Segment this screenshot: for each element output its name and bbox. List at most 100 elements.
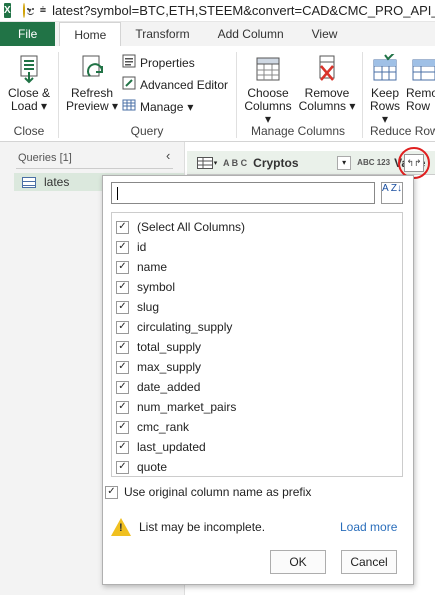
remove-columns-icon [313,54,341,84]
sort-az-button[interactable]: A Z↓ [381,182,403,204]
refresh-icon [78,54,106,84]
properties-button[interactable]: Properties [122,54,195,71]
column-name-cryptos[interactable]: Cryptos [253,156,333,170]
manage-label: Manage [140,99,184,114]
column-option-row[interactable]: ✓ num_market_pairs [112,397,402,417]
column-option-row[interactable]: ✓ max_supply [112,357,402,377]
query-item-label: lates [44,175,70,189]
column-checkbox[interactable]: ✓ [116,280,129,294]
advanced-editor-button[interactable]: Advanced Editor [122,76,228,93]
divider [16,168,173,169]
column-option-label: name [137,260,168,274]
warning-message: ! List may be incomplete. [111,518,265,536]
column-option-row[interactable]: ✓ symbol [112,277,402,297]
group-label-reduce-rows: Reduce Row [370,124,435,138]
remove-rows-icon [410,54,435,84]
column-checkbox[interactable]: ✓ [116,380,129,394]
column-type-button[interactable]: ▾ [193,154,221,172]
column-option-label: circulating_supply [137,320,233,334]
column-option-label: symbol [137,280,176,294]
window-title: latest?symbol=BTC,ETH,STEEM&convert=CAD&… [52,3,435,18]
column-option-row[interactable]: ✓ slug [112,297,402,317]
remove-rows-button[interactable]: Remo Row [406,54,435,113]
search-input[interactable] [112,183,374,203]
customize-toolbar-icon[interactable]: ⩧ [40,4,46,17]
manage-table-icon [122,98,136,115]
tab-add-column[interactable]: Add Column [204,22,298,46]
search-column-field[interactable] [111,182,375,204]
choose-columns-button[interactable]: Choose Columns ▾ [240,54,296,126]
column-checkbox[interactable]: ✓ [116,360,129,374]
keep-rows-button[interactable]: Keep Rows ▾ [366,52,404,126]
column-option-label: num_market_pairs [137,400,237,414]
tab-home[interactable]: Home [59,22,122,46]
column-checkbox[interactable]: ✓ [116,460,129,474]
column-checkbox[interactable]: ✓ [116,420,129,434]
column-option-label: cmc_rank [137,420,190,434]
column-checkbox[interactable]: ✓ [116,320,129,334]
tab-file[interactable]: File [0,22,56,46]
collapse-chevron-icon[interactable]: ‹ [166,148,170,163]
column-option-row[interactable]: ✓ quote [112,457,402,477]
ok-button[interactable]: OK [270,550,326,574]
column-option-label: total_supply [137,340,202,354]
tab-view[interactable]: View [298,22,352,46]
column-checkbox[interactable]: ✓ [116,340,129,354]
keep-rows-label2: Rows ▾ [369,99,400,126]
column-option-row[interactable]: ✓ name [112,257,402,277]
select-all-row[interactable]: ✓ (Select All Columns) [112,217,402,237]
cancel-button[interactable]: Cancel [341,550,397,574]
ribbon-tabs: File Home Transform Add Column View [0,22,435,46]
manage-button[interactable]: Manage ▾ [122,98,193,115]
group-label-query: Query [130,124,164,138]
column-checkbox[interactable]: ✓ [116,240,129,254]
column-checkbox[interactable]: ✓ [116,440,129,454]
column-checkbox[interactable]: ✓ [116,220,129,234]
column-option-label: max_supply [137,360,202,374]
text-type-icon: A B C [223,157,248,168]
column-filter-dropdown[interactable]: ▾ [337,155,352,170]
group-label-close: Close [13,124,45,138]
remove-columns-label2: Columns ▾ [298,99,356,113]
divider [236,52,237,138]
any-type-icon: ABC 123 [357,157,391,167]
chevron-down-icon: ▾ [187,99,194,114]
column-list: ✓ (Select All Columns) ✓ id ✓ name ✓ symbol ✓ slu… [111,212,403,477]
group-label-manage-columns: Manage Columns [250,124,346,138]
prefix-checkbox[interactable]: ✓ [105,485,118,499]
expand-columns-popup: A Z↓ ✓ (Select All Columns) ✓ id ✓ name ✓ symbo… [102,175,414,585]
prefix-label: Use original column name as prefix [124,485,312,499]
column-option-label: (Select All Columns) [137,220,246,234]
load-more-link[interactable]: Load more [340,520,397,534]
column-option-label: last_updated [137,440,206,454]
column-option-row[interactable]: ✓ circulating_supply [112,317,402,337]
prefix-option[interactable]: ✓ Use original column name as prefix [105,485,311,499]
column-checkbox[interactable]: ✓ [116,300,129,314]
preview-label: Preview ▾ [65,99,119,113]
column-option-row[interactable]: ✓ id [112,237,402,257]
text-caret [117,187,118,200]
tab-transform[interactable]: Transform [121,22,203,46]
properties-label: Properties [140,55,195,70]
choose-columns-icon [254,54,282,84]
column-option-row[interactable]: ✓ total_supply [112,337,402,357]
column-option-row[interactable]: ✓ last_updated [112,437,402,457]
column-option-label: date_added [137,380,201,394]
column-option-row[interactable]: ✓ date_added [112,377,402,397]
advanced-editor-label: Advanced Editor [140,77,229,92]
divider [362,52,363,138]
remove-columns-button[interactable]: Remove Columns ▾ [298,54,356,113]
column-option-row[interactable]: ✓ cmc_rank [112,417,402,437]
column-option-label: id [137,240,147,254]
feedback-smiley-icon[interactable] [22,3,34,18]
remove-rows-label2: Row [406,99,431,113]
column-checkbox[interactable]: ✓ [116,260,129,274]
refresh-preview-button[interactable]: Refresh Preview ▾ [64,54,120,113]
advanced-editor-icon [122,76,136,93]
close-load-label2: Load ▾ [10,99,48,113]
divider [58,52,59,138]
ribbon: Close & Load ▾ Close Refresh Preview ▾ P… [0,46,435,142]
warning-text: List may be incomplete. [139,520,266,534]
close-load-button[interactable]: Close & Load ▾ [6,54,52,113]
column-checkbox[interactable]: ✓ [116,400,129,414]
